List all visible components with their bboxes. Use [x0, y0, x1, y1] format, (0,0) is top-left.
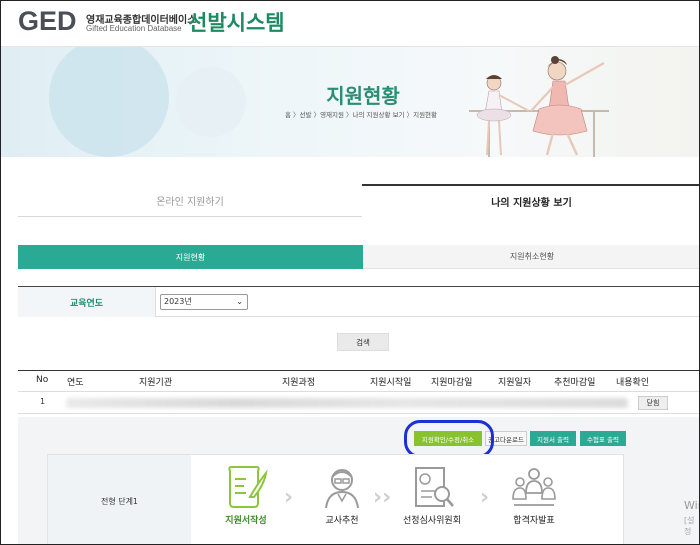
- table-row[interactable]: 1 닫힘: [18, 392, 699, 414]
- stage-label: 전형 단계1: [48, 455, 191, 544]
- filter-row: 교육연도 2023년 ⌄: [18, 286, 699, 317]
- step-teacher-recommend: 교사추천: [307, 465, 377, 526]
- selection-stage: 전형 단계1 지원서작성 › 교사추천 ›› 선정심사위원회 › 합격자발표: [47, 454, 624, 544]
- print-exam-ticket-button[interactable]: 수험표 출력: [580, 431, 626, 446]
- site-header: GED 영재교육종합데이터베이스 Gifted Education Databa…: [1, 1, 699, 47]
- subtab-cancel-status[interactable]: 지원취소현황: [363, 245, 699, 269]
- system-title[interactable]: 선발시스템: [188, 7, 285, 37]
- col-course: 지원과정: [282, 378, 316, 388]
- highlight-circle: [404, 420, 494, 458]
- redacted-row-content: [66, 398, 628, 408]
- document-search-icon: [415, 467, 454, 507]
- col-no: No: [36, 375, 49, 385]
- logo-mark[interactable]: GED: [18, 6, 77, 37]
- step-review-committee: 선정심사위원회: [397, 465, 467, 526]
- page-banner: 지원현황 홈 〉선발 〉영재지원 〉나의 지원상황 보기 〉지원현황: [1, 47, 699, 157]
- subtab-application-status[interactable]: 지원현황: [18, 245, 363, 269]
- col-institution: 지원기관: [139, 378, 173, 388]
- col-start-date: 지원시작일: [370, 378, 412, 388]
- step-result-announce: 합격자발표: [499, 465, 569, 526]
- close-detail-button[interactable]: 닫힘: [638, 396, 668, 410]
- print-application-button[interactable]: 지원서 출력: [530, 431, 576, 446]
- tab-online-apply[interactable]: 온라인 지원하기: [18, 184, 362, 217]
- col-deadline: 지원마감일: [431, 378, 473, 388]
- os-watermark-sub: [설정: [684, 516, 695, 536]
- year-select[interactable]: 2023년 ⌄: [160, 294, 248, 310]
- row-number: 1: [40, 397, 46, 406]
- col-year: 연도: [67, 378, 84, 388]
- search-button[interactable]: 검색: [337, 333, 389, 351]
- step-label: 선정심사위원회: [403, 516, 461, 526]
- col-apply-date: 지원일자: [498, 378, 532, 388]
- double-chevron-right-icon: ››: [373, 485, 392, 510]
- tab-my-status[interactable]: 나의 지원상황 보기: [362, 184, 699, 217]
- step-label: 합격자발표: [513, 516, 555, 526]
- col-detail: 내용확인: [616, 378, 650, 388]
- chevron-right-icon: ›: [480, 485, 490, 510]
- page-frame: GED 영재교육종합데이터베이스 Gifted Education Databa…: [0, 0, 700, 545]
- people-icon: [512, 468, 556, 506]
- step-application-form: 지원서작성: [211, 465, 281, 526]
- teacher-icon: [325, 469, 359, 509]
- document-pen-icon: [228, 466, 268, 508]
- ballet-illustration-icon: [469, 56, 609, 157]
- col-recommend-deadline: 추천마감일: [554, 378, 596, 388]
- breadcrumb: 홈 〉선발 〉영재지원 〉나의 지원상황 보기 〉지원현황: [285, 111, 438, 119]
- chevron-right-icon: ›: [284, 485, 294, 510]
- chevron-down-icon: ⌄: [236, 297, 243, 306]
- filter-label-year: 교육연도: [18, 287, 156, 317]
- table-header: No 연도 지원기관 지원과정 지원시작일 지원마감일 지원일자 추천마감일 내…: [18, 370, 699, 392]
- step-label: 교사추천: [325, 516, 359, 526]
- logo-english: Gifted Education Database: [86, 24, 182, 33]
- application-detail-panel: 지원확인/수정/취소 공고다운로드 지원서 출력 수험표 출력 전형 단계1 지…: [18, 417, 699, 544]
- year-select-value: 2023년: [164, 297, 192, 306]
- os-watermark: Win: [684, 499, 699, 512]
- step-label: 지원서작성: [225, 516, 267, 526]
